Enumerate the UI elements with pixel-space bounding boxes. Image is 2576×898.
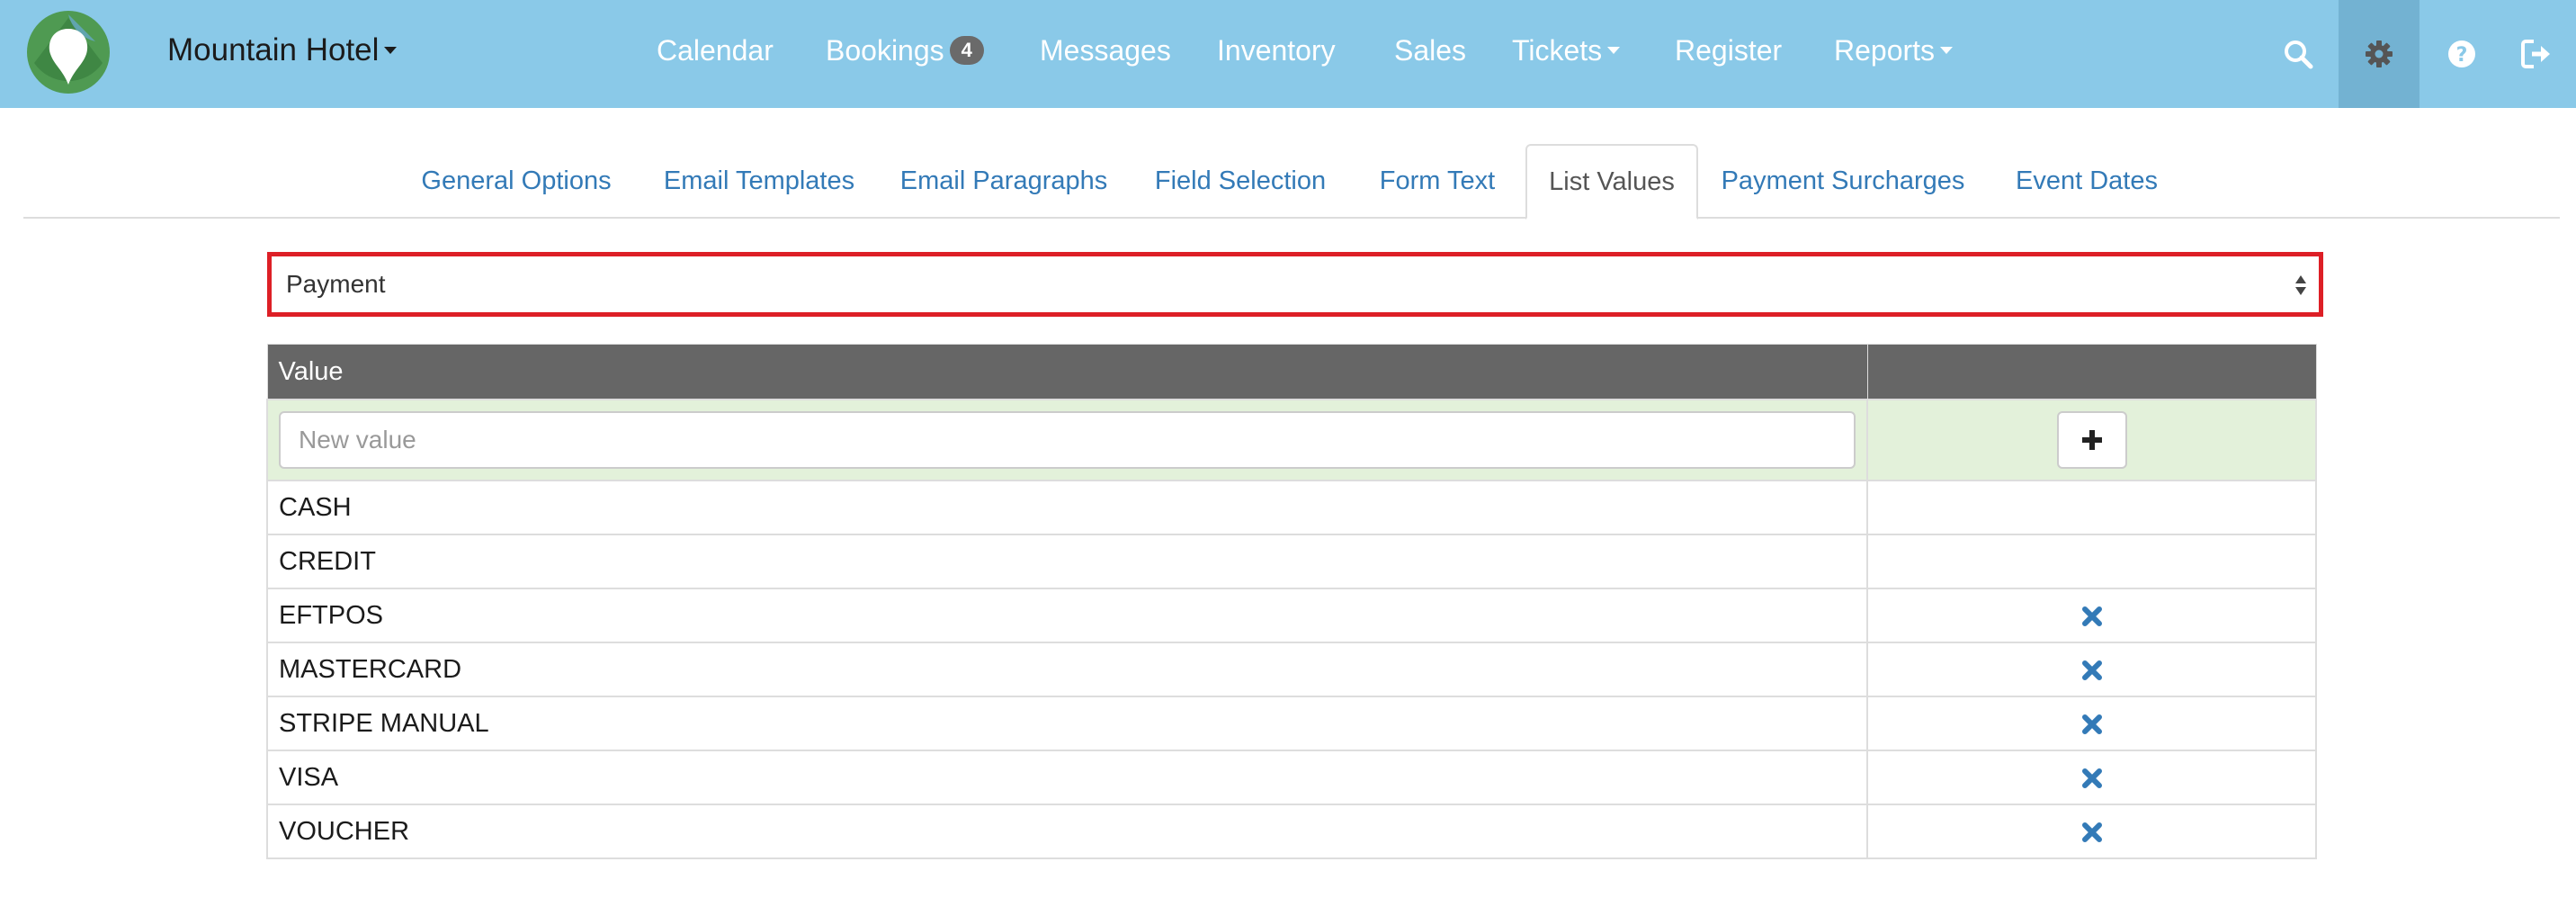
nav-register[interactable]: Register xyxy=(1675,0,1782,101)
nav-messages[interactable]: Messages xyxy=(1040,0,1171,101)
table-header-row: Value xyxy=(266,344,2317,400)
tab-event-dates[interactable]: Event Dates xyxy=(1990,144,2184,218)
add-value-cell xyxy=(1866,399,2317,481)
select-arrows-icon xyxy=(2295,275,2306,295)
delete-times-icon[interactable] xyxy=(2081,714,2103,735)
table-row: CREDIT xyxy=(265,534,2317,589)
settings-button[interactable] xyxy=(2339,0,2419,108)
value-cell: VISA xyxy=(265,750,1869,805)
hotel-switcher[interactable]: Mountain Hotel xyxy=(167,0,398,101)
new-value-row xyxy=(265,399,2317,481)
question-circle-icon: ? xyxy=(2448,40,2475,67)
svg-text:?: ? xyxy=(2456,44,2468,67)
value-cell: MASTERCARD xyxy=(265,642,1869,697)
tab-field-selection[interactable]: Field Selection xyxy=(1139,144,1342,218)
tab-general-options[interactable]: General Options xyxy=(401,144,631,218)
tab-email-templates[interactable]: Email Templates xyxy=(644,144,874,218)
table-row: STRIPE MANUAL xyxy=(265,696,2317,751)
delete-times-icon[interactable] xyxy=(2081,606,2103,627)
action-cell xyxy=(1866,480,2317,535)
action-cell xyxy=(1866,804,2317,859)
action-cell xyxy=(1866,750,2317,805)
gear-icon xyxy=(2366,40,2393,67)
bookings-count-badge: 4 xyxy=(949,36,984,65)
column-header-value: Value xyxy=(266,344,1868,400)
value-cell: CREDIT xyxy=(265,534,1869,589)
chevron-down-icon xyxy=(1940,47,1954,54)
plus-icon xyxy=(2081,430,2102,450)
list-values-table: Value CASH CREDIT xyxy=(265,344,2317,859)
add-value-button[interactable] xyxy=(2056,411,2127,469)
logout-button[interactable] xyxy=(2499,0,2576,108)
tab-email-paragraphs[interactable]: Email Paragraphs xyxy=(887,144,1121,218)
action-cell xyxy=(1866,588,2317,643)
delete-times-icon[interactable] xyxy=(2081,768,2103,789)
action-cell xyxy=(1866,642,2317,697)
value-cell: CASH xyxy=(265,480,1869,535)
tab-list-values[interactable]: List Values xyxy=(1525,144,1698,220)
list-type-select[interactable]: Payment xyxy=(267,252,2323,317)
delete-times-icon[interactable] xyxy=(2081,660,2103,681)
delete-times-icon[interactable] xyxy=(2081,822,2103,843)
top-navbar: Mountain Hotel Calendar Bookings 4 Messa… xyxy=(0,0,2576,108)
action-cell xyxy=(1866,696,2317,751)
new-value-input[interactable] xyxy=(279,411,1856,469)
table-row: VOUCHER xyxy=(265,804,2317,859)
value-cell: STRIPE MANUAL xyxy=(265,696,1869,751)
hotel-name: Mountain Hotel xyxy=(167,32,380,67)
nav-tickets[interactable]: Tickets xyxy=(1512,0,1621,101)
nav-calendar[interactable]: Calendar xyxy=(657,0,774,101)
table-row: MASTERCARD xyxy=(265,642,2317,697)
nav-reports[interactable]: Reports xyxy=(1834,0,1954,101)
nav-reports-label: Reports xyxy=(1834,33,1936,67)
search-button[interactable] xyxy=(2258,0,2339,108)
tab-form-text[interactable]: Form Text xyxy=(1358,144,1516,218)
table-row: CASH xyxy=(265,480,2317,535)
new-value-cell xyxy=(265,399,1869,481)
nav-tickets-label: Tickets xyxy=(1512,33,1603,67)
search-icon xyxy=(2285,40,2313,69)
chevron-down-icon xyxy=(384,47,398,54)
help-button[interactable]: ? xyxy=(2421,0,2502,108)
hotel-logo[interactable] xyxy=(25,9,112,95)
value-cell: EFTPOS xyxy=(265,588,1869,643)
chevron-down-icon xyxy=(1607,47,1621,54)
nav-bookings-label: Bookings xyxy=(826,33,944,67)
nav-bookings[interactable]: Bookings 4 xyxy=(826,0,984,101)
logout-icon xyxy=(2521,40,2550,68)
list-type-selected-value: Payment xyxy=(286,270,386,298)
nav-sales[interactable]: Sales xyxy=(1394,0,1466,101)
nav-inventory[interactable]: Inventory xyxy=(1217,0,1336,101)
action-cell xyxy=(1866,534,2317,589)
value-cell: VOUCHER xyxy=(265,804,1869,859)
table-row: EFTPOS xyxy=(265,588,2317,643)
column-header-action xyxy=(1866,344,2317,400)
tab-payment-surcharges[interactable]: Payment Surcharges xyxy=(1714,144,1972,218)
table-row: VISA xyxy=(265,750,2317,805)
